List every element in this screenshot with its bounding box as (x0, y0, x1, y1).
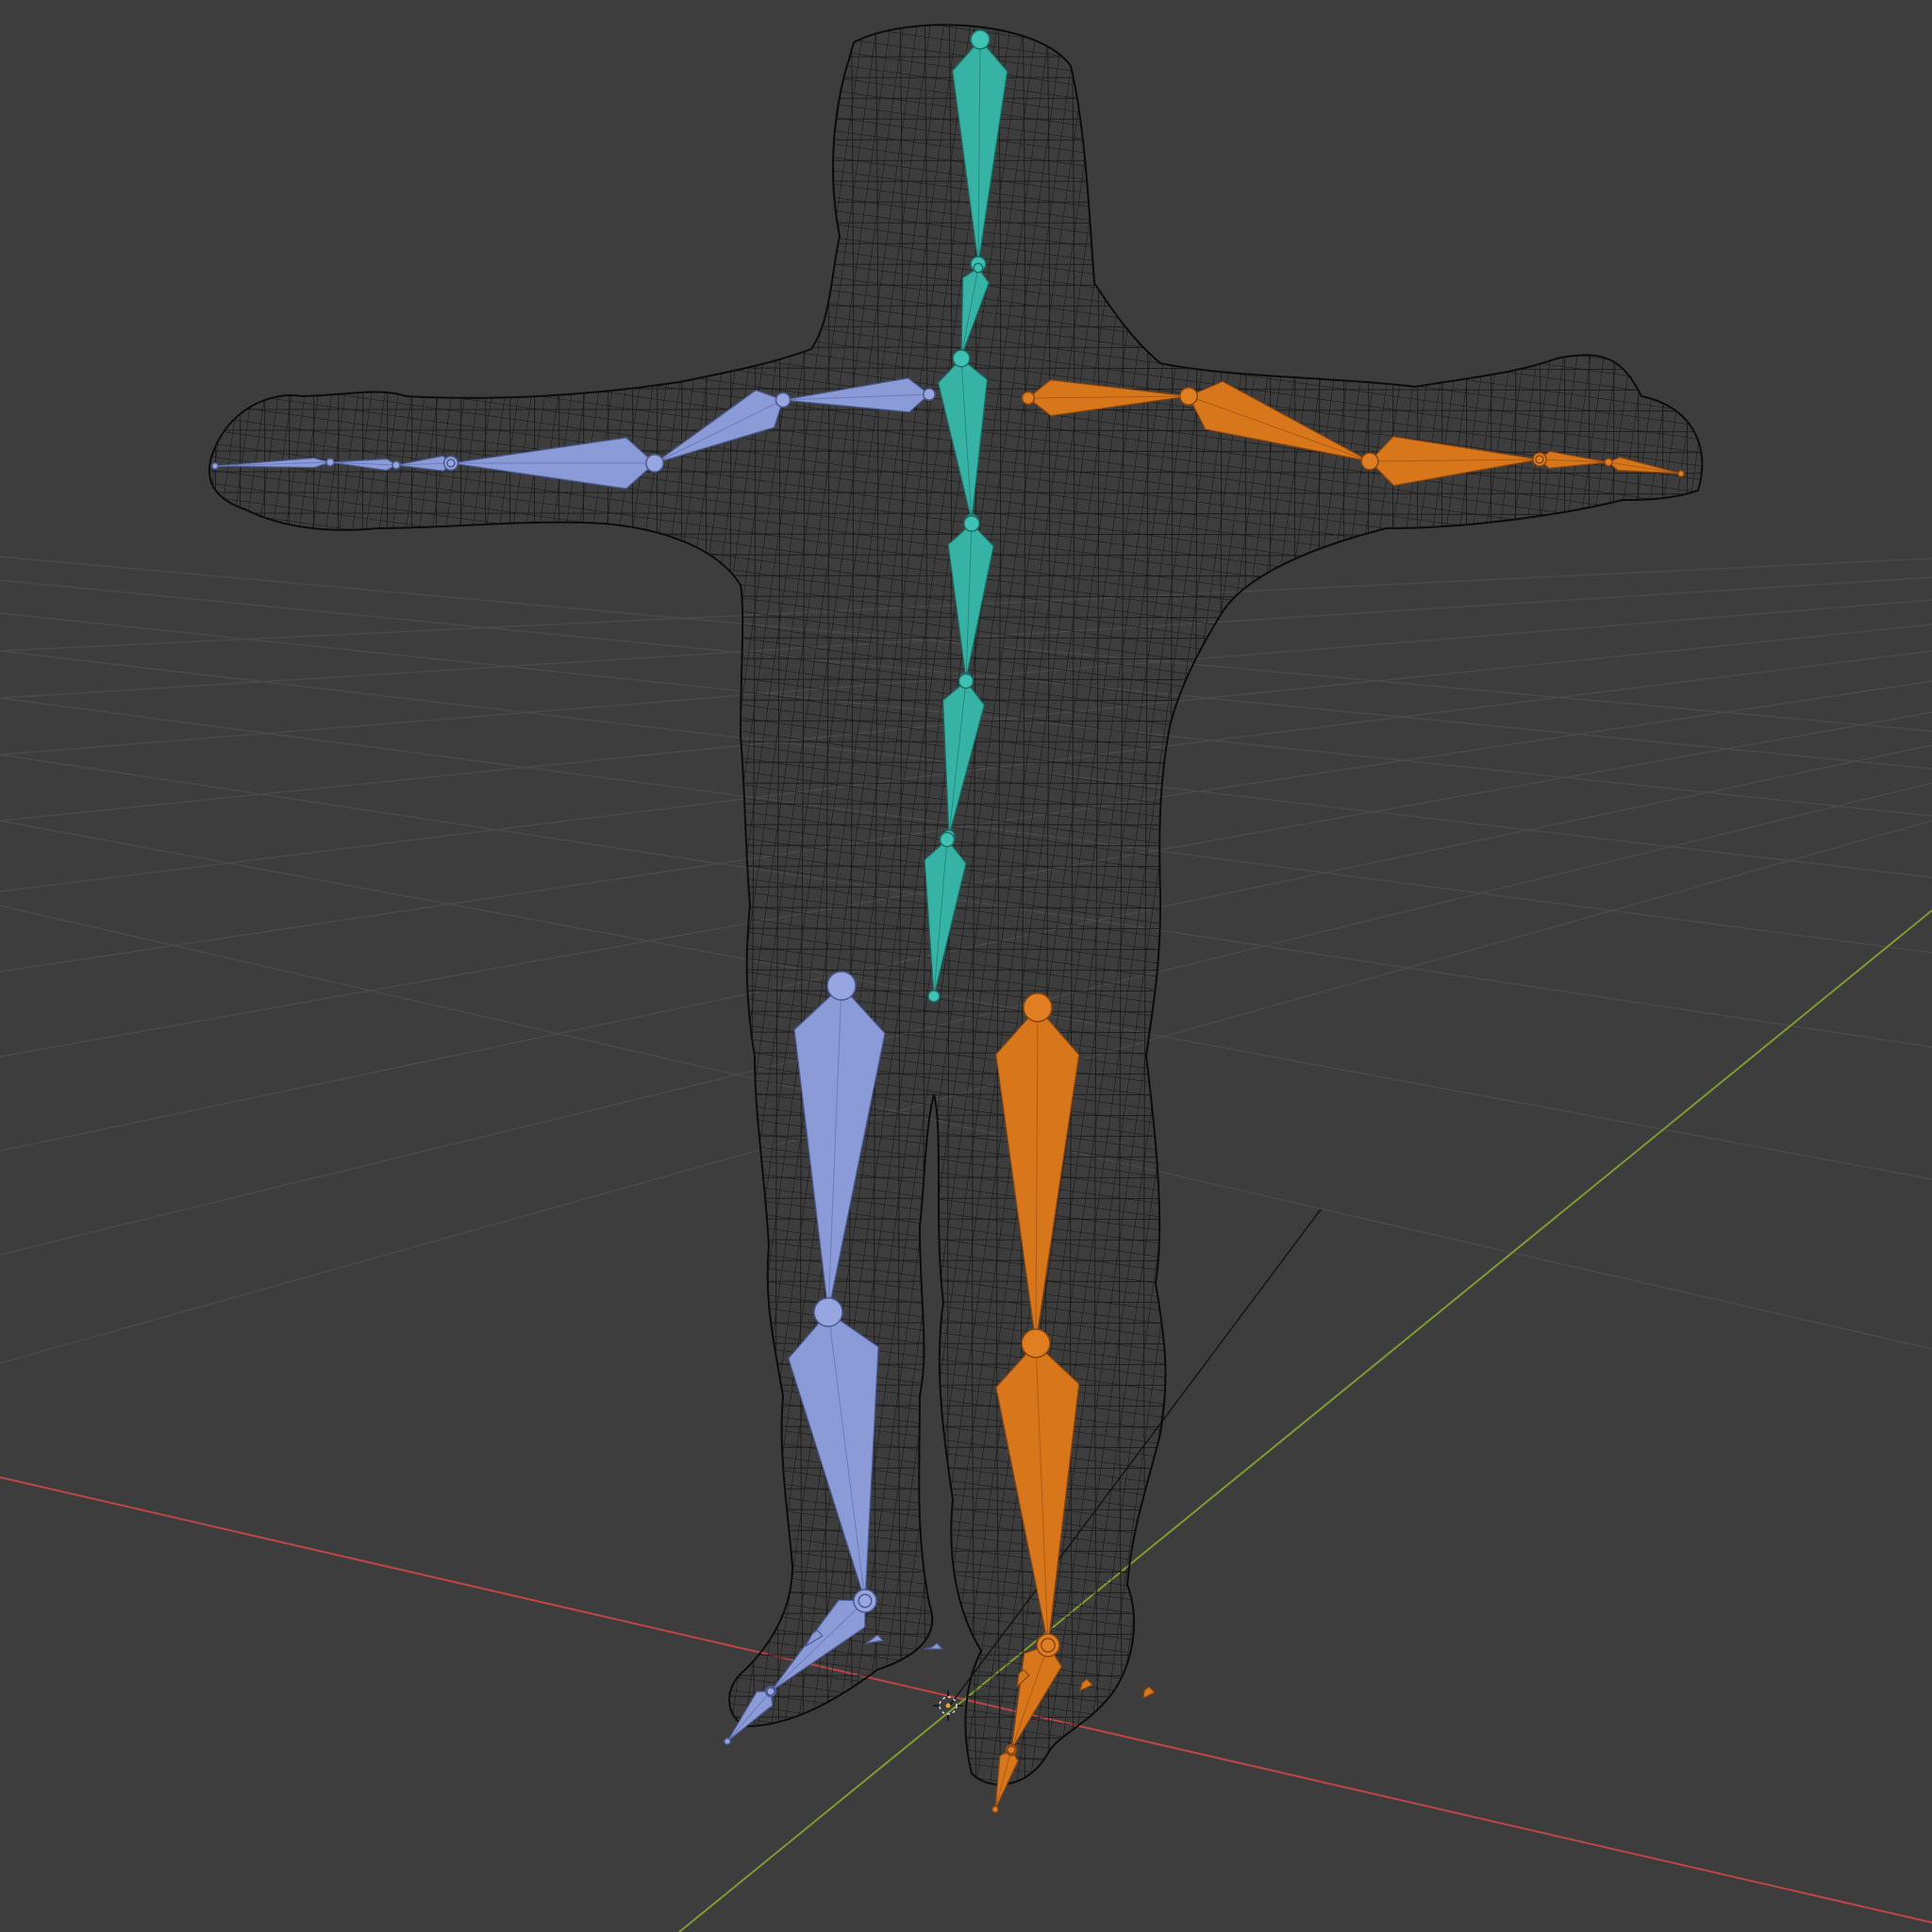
bone-head-joint[interactable] (1604, 458, 1613, 467)
toe-bone[interactable] (1142, 1686, 1156, 1699)
mesh-edge (1609, 25, 1618, 1785)
mesh-edge (1511, 25, 1520, 1785)
mesh-edge (1168, 25, 1176, 1785)
mesh-edge (211, 25, 220, 1785)
mesh-edge (604, 25, 612, 1785)
bone-head-joint[interactable] (766, 1687, 775, 1696)
mesh-ring (208, 1757, 1703, 1761)
bone-head-joint[interactable] (858, 1593, 873, 1608)
mesh-edge (677, 25, 686, 1785)
mesh-edge (432, 25, 441, 1785)
viewport-scene[interactable] (0, 0, 1932, 1932)
mesh-edge (1634, 25, 1642, 1785)
mesh-edge (1658, 25, 1667, 1785)
mesh-edge (1462, 25, 1471, 1785)
bone-head-joint[interactable] (391, 460, 401, 470)
bone-head-joint[interactable] (774, 391, 791, 408)
mesh-ring (208, 1674, 1703, 1678)
bone-head-joint[interactable] (958, 673, 974, 690)
bone-head-joint[interactable] (325, 458, 335, 467)
mesh-edge (236, 25, 244, 1785)
mesh-edge (408, 25, 416, 1785)
mesh-edge (1217, 25, 1225, 1785)
3d-cursor-icon[interactable] (933, 1690, 963, 1721)
bone-head-joint[interactable] (973, 262, 984, 274)
mesh-edge (653, 25, 661, 1785)
bone-head-joint[interactable] (1041, 1638, 1056, 1653)
bone-head-joint[interactable] (1021, 391, 1036, 406)
bone-head-joint[interactable] (1021, 1328, 1051, 1358)
mesh-edge (579, 25, 588, 1785)
bone-head-joint[interactable] (923, 388, 936, 401)
3d-viewport[interactable] (0, 0, 1932, 1932)
mesh-ring (208, 1633, 1703, 1637)
mesh-edge (726, 25, 735, 1785)
bone-head-joint[interactable] (939, 831, 956, 848)
mesh-edge (481, 25, 490, 1785)
bone-tail-joint[interactable] (724, 1738, 731, 1745)
mesh-edge (457, 25, 465, 1785)
mesh-edge (188, 0, 194, 1932)
toe-bone[interactable] (924, 1642, 943, 1650)
bone-tail-joint[interactable] (927, 990, 941, 1003)
mesh-edge (1291, 25, 1299, 1785)
bone-head-joint[interactable] (1023, 992, 1053, 1023)
mesh-edge (383, 25, 391, 1785)
mesh-edge (628, 25, 637, 1785)
mesh-edge (1315, 25, 1324, 1785)
mesh-edge (1733, 0, 1740, 1932)
mesh-edge (1438, 25, 1446, 1785)
mesh-edge (555, 25, 563, 1785)
bone-head-joint[interactable] (952, 349, 971, 368)
bone-head-joint[interactable] (1007, 1745, 1016, 1755)
bone-tail-joint[interactable] (991, 1806, 999, 1813)
mesh-edge (1487, 25, 1495, 1785)
mesh-edge (334, 25, 342, 1785)
mesh-edge (1708, 0, 1715, 1932)
bone-tail-joint[interactable] (211, 462, 219, 470)
mesh-edge (1560, 25, 1569, 1785)
bone-head-joint[interactable] (1179, 387, 1198, 406)
bone-head-joint[interactable] (963, 515, 980, 532)
bone-head-joint[interactable] (813, 1297, 843, 1327)
mesh-edge (1241, 25, 1250, 1785)
bone-tail-joint[interactable] (1677, 470, 1685, 477)
bone-head-joint[interactable] (645, 454, 664, 473)
bone-head-joint[interactable] (826, 971, 857, 1001)
bone-head-joint[interactable] (1360, 452, 1379, 471)
mesh-edge (358, 25, 367, 1785)
mesh-edge (1585, 25, 1593, 1785)
mesh-edge (1266, 25, 1274, 1785)
bone-head-joint[interactable] (970, 29, 991, 50)
bone-head-joint[interactable] (1535, 455, 1544, 464)
mesh-edge (1536, 25, 1544, 1785)
mesh-edge (530, 25, 539, 1785)
mesh-edge (309, 25, 318, 1785)
mesh-edge (1364, 25, 1373, 1785)
mesh-edge (1192, 25, 1201, 1785)
mesh-ring (208, 1654, 1703, 1657)
bone-head-joint[interactable] (446, 458, 456, 468)
mesh-edge (285, 25, 293, 1785)
mesh-edge (1683, 25, 1691, 1785)
mesh-edge (1340, 25, 1348, 1785)
mesh-edge (702, 25, 710, 1785)
